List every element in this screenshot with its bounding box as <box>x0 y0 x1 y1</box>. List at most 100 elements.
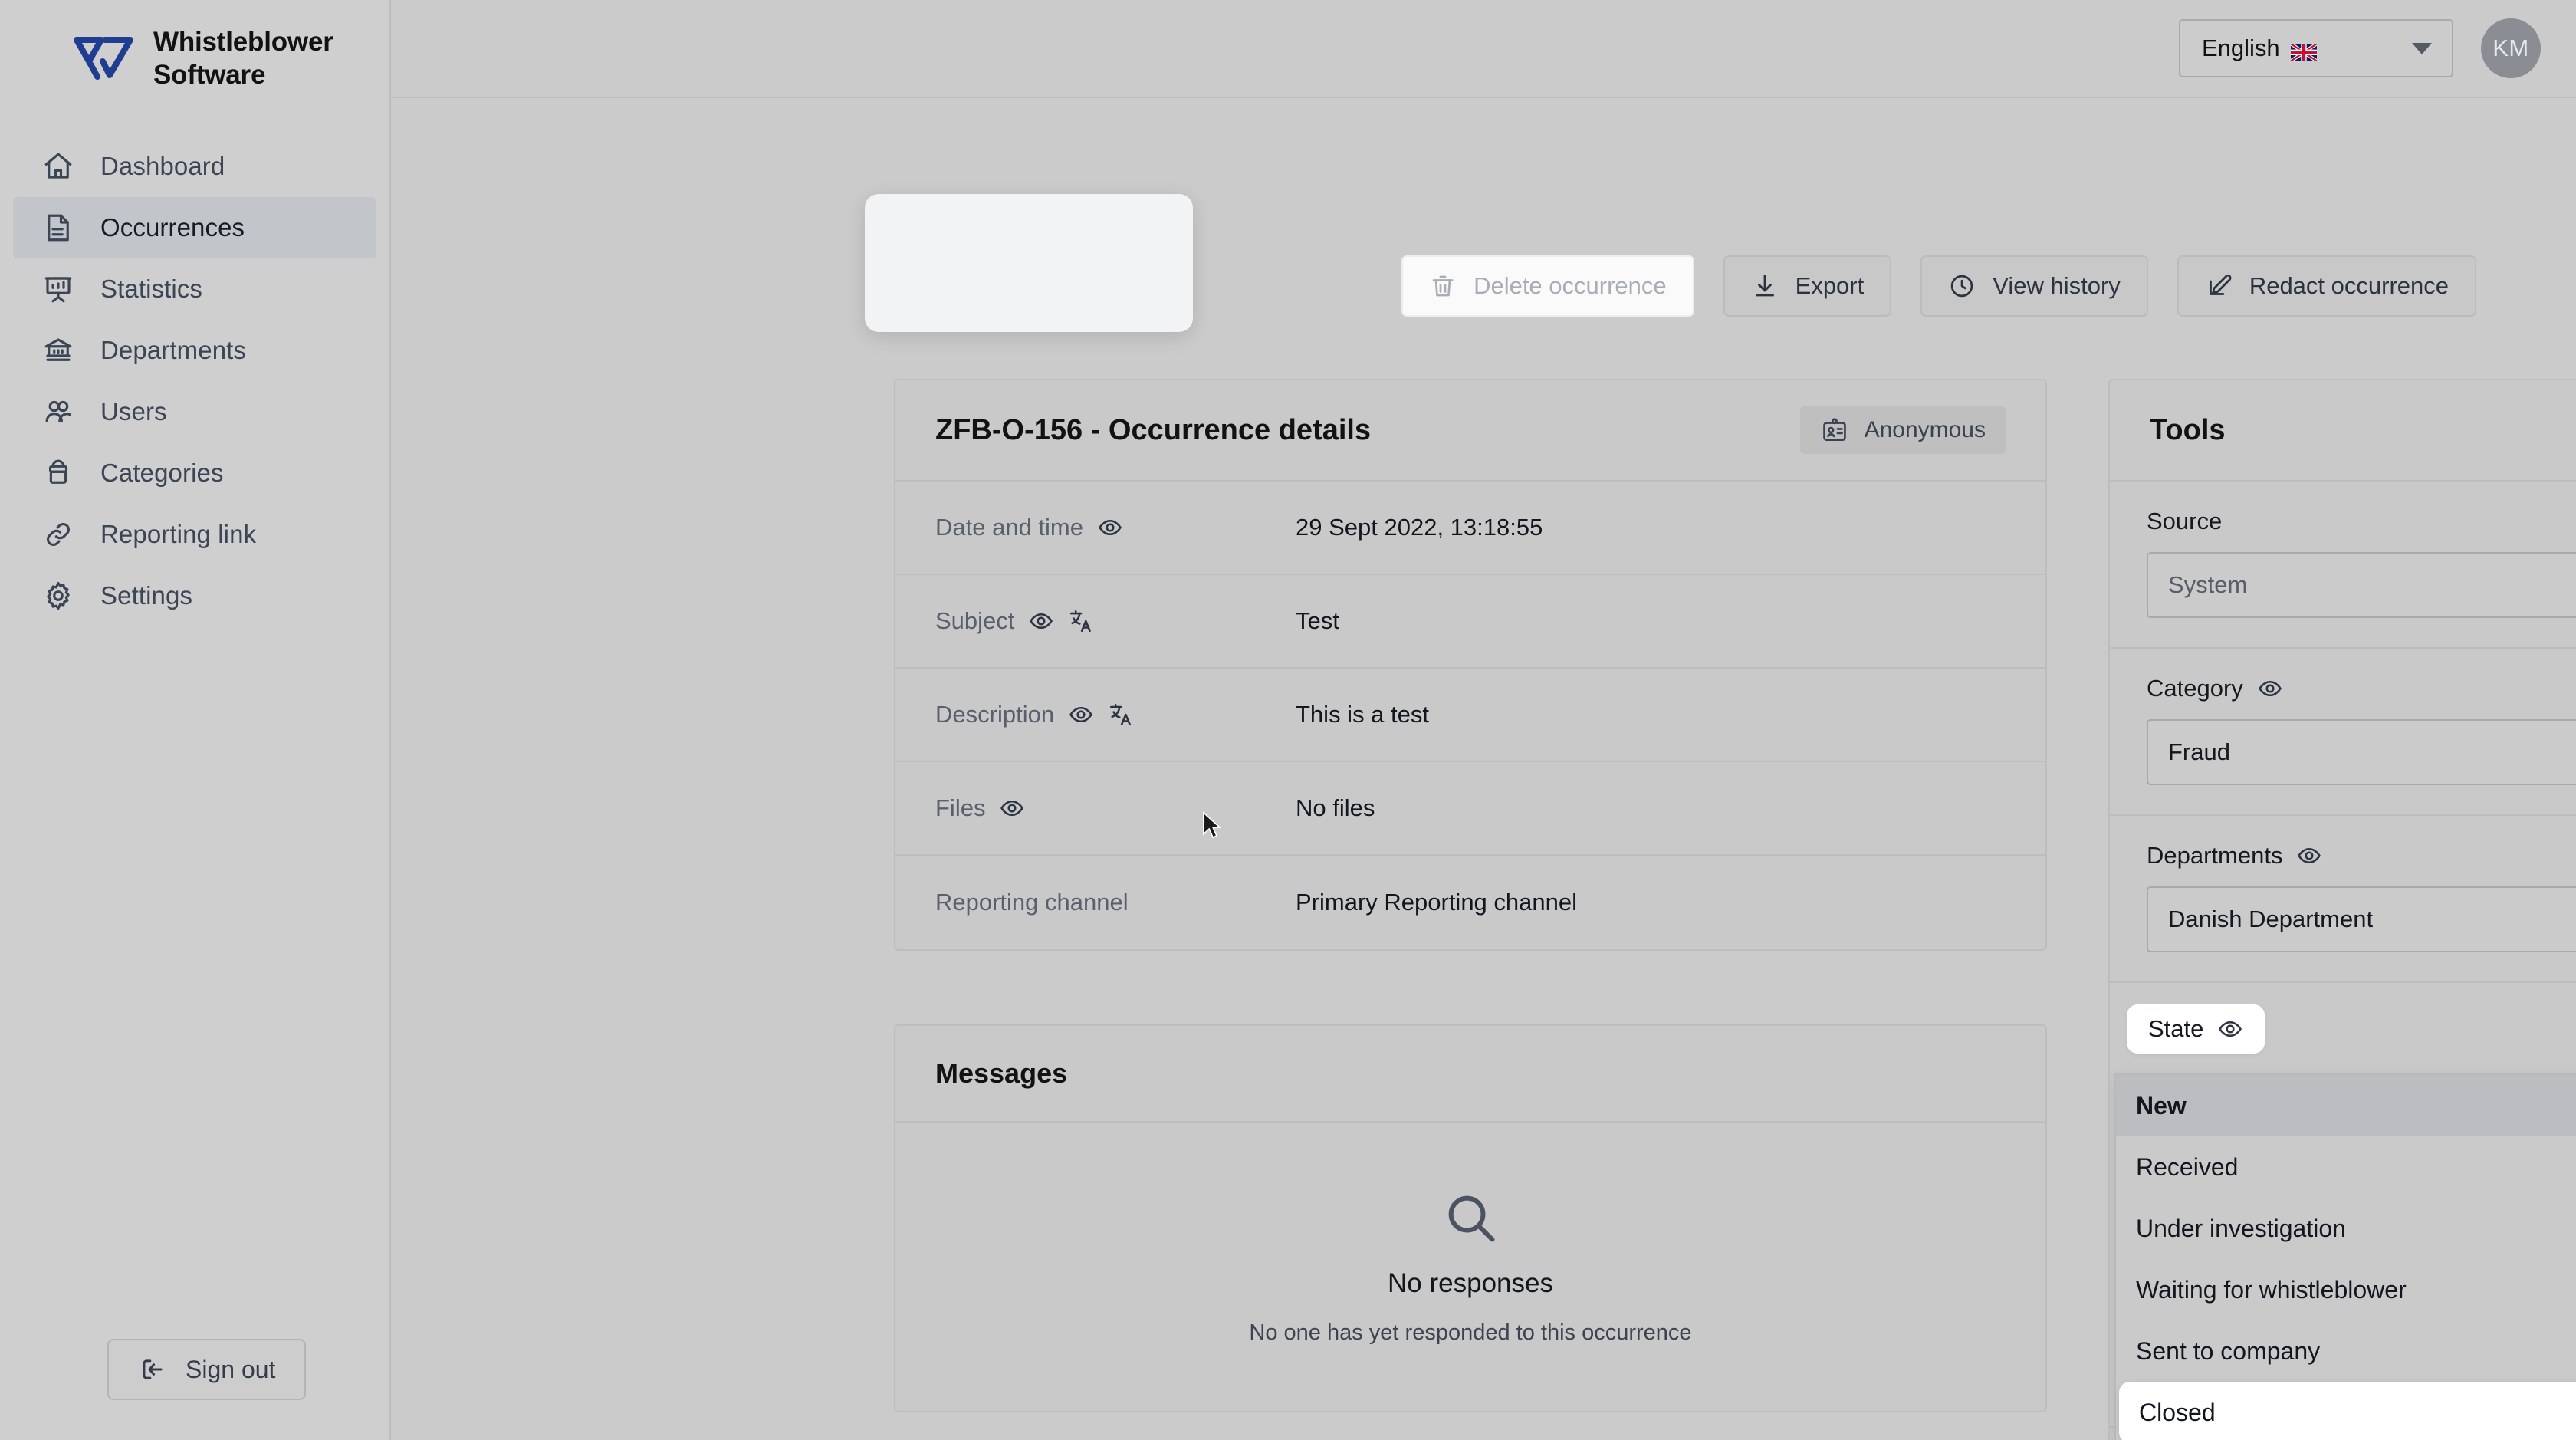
tools-card: Tools Source System Category Fraud Depar… <box>2108 379 2576 1440</box>
sidebar: Whistleblower Software Dashboard Occurre… <box>0 0 391 1440</box>
detail-value: This is a test <box>1296 701 1429 728</box>
clock-icon <box>1948 272 1976 300</box>
statistics-icon <box>41 271 76 307</box>
eye-icon[interactable] <box>999 795 1025 821</box>
delete-occurrence-tooltip-card <box>865 194 1193 332</box>
detail-row-description: Description This is a test <box>895 669 2045 762</box>
departments-label-wrap: Departments <box>2147 842 2576 870</box>
eye-icon[interactable] <box>1028 608 1054 634</box>
source-label-wrap: Source <box>2147 508 2576 535</box>
tools-title: Tools <box>2150 413 2226 446</box>
occurrence-details-card: ZFB-O-156 - Occurrence details Anonymous… <box>894 379 2047 951</box>
view-history-button[interactable]: View history <box>1921 255 2148 317</box>
avatar[interactable]: KM <box>2481 18 2541 78</box>
detail-row-date-and-time: Date and time 29 Sept 2022, 13:18:55 <box>895 482 2045 575</box>
source-value: System <box>2168 571 2248 598</box>
sidebar-item-users[interactable]: Users <box>13 381 376 442</box>
eye-icon[interactable] <box>2257 676 2283 702</box>
state-dropdown-menu[interactable]: New Received Under investigation Waiting… <box>2114 1073 2576 1440</box>
category-value: Fraud <box>2168 738 2230 765</box>
export-label: Export <box>1795 272 1865 299</box>
source-select[interactable]: System <box>2147 552 2576 618</box>
brand: Whistleblower Software <box>0 0 389 114</box>
translate-icon[interactable] <box>1108 702 1134 728</box>
sidebar-item-departments[interactable]: Departments <box>13 320 376 381</box>
state-label: State <box>2148 1015 2204 1042</box>
delete-occurrence-button[interactable]: Delete occurrence <box>1401 255 1694 317</box>
united-kingdom-flag-icon <box>2289 40 2318 63</box>
redact-occurrence-button[interactable]: Redact occurrence <box>2177 255 2476 317</box>
sidebar-item-label: Users <box>100 397 167 426</box>
gear-icon <box>41 578 76 613</box>
state-option-under-investigation[interactable]: Under investigation <box>2116 1198 2576 1259</box>
tools-departments-section: Departments Danish Department <box>2110 816 2576 983</box>
detail-row-subject: Subject Test <box>895 575 2045 669</box>
state-option-closed[interactable]: Closed <box>2119 1382 2576 1440</box>
state-option-label: Received <box>2136 1152 2239 1181</box>
detail-label-wrap: Date and time <box>935 514 1296 541</box>
detail-row-reporting-channel: Reporting channel Primary Reporting chan… <box>895 856 2045 949</box>
language-value-wrap: English <box>2202 35 2318 63</box>
state-option-received[interactable]: Received <box>2116 1136 2576 1198</box>
detail-value: 29 Sept 2022, 13:18:55 <box>1296 514 1543 541</box>
sidebar-nav: Dashboard Occurrences Statistics Departm… <box>0 136 389 626</box>
status-badge[interactable]: Anonymous <box>1799 406 2006 454</box>
page-title: ZFB-O-156 - Occurrence details <box>935 413 1372 446</box>
language-select[interactable]: English <box>2179 19 2453 77</box>
state-option-sent-to-company[interactable]: Sent to company <box>2116 1320 2576 1382</box>
state-option-new[interactable]: New <box>2116 1075 2576 1136</box>
departments-select[interactable]: Danish Department <box>2147 886 2576 952</box>
users-icon <box>41 394 76 429</box>
box-icon <box>41 455 76 491</box>
sign-out-area: Sign out <box>0 1339 389 1440</box>
search-icon <box>1441 1188 1500 1247</box>
sidebar-item-dashboard[interactable]: Dashboard <box>13 136 376 197</box>
sidebar-item-label: Reporting link <box>100 520 257 549</box>
tools-source-section: Source System <box>2110 482 2576 649</box>
sign-out-button[interactable]: Sign out <box>107 1339 307 1400</box>
sidebar-item-reporting-link[interactable]: Reporting link <box>13 504 376 565</box>
detail-value: Primary Reporting channel <box>1296 889 1578 916</box>
redact-occurrence-label: Redact occurrence <box>2249 272 2449 299</box>
state-option-label: Sent to company <box>2136 1336 2321 1365</box>
state-label-chip: State <box>2127 1004 2266 1054</box>
tools-state-section: State New Received Under investigation W… <box>2110 983 2576 1440</box>
download-icon <box>1751 272 1779 300</box>
avatar-initials: KM <box>2492 35 2529 61</box>
sidebar-item-settings[interactable]: Settings <box>13 565 376 626</box>
detail-label-wrap: Reporting channel <box>935 889 1296 916</box>
messages-header: Messages <box>895 1026 2045 1123</box>
state-option-waiting-for-whistleblower[interactable]: Waiting for whistleblower <box>2116 1259 2576 1320</box>
sidebar-item-label: Occurrences <box>100 213 245 242</box>
status-badge-label: Anonymous <box>1864 417 1986 442</box>
main-column: ZFB-O-156 - Occurrence details Anonymous… <box>894 379 2047 1440</box>
export-button[interactable]: Export <box>1723 255 1892 317</box>
eye-icon[interactable] <box>2217 1016 2243 1042</box>
eye-icon[interactable] <box>1068 702 1094 728</box>
app-root: Whistleblower Software Dashboard Occurre… <box>0 0 2576 1440</box>
sidebar-item-label: Departments <box>100 336 247 365</box>
home-icon <box>41 149 76 184</box>
detail-label: Reporting channel <box>935 889 1129 916</box>
edit-icon <box>2205 272 2233 300</box>
bank-icon <box>41 333 76 368</box>
category-label: Category <box>2147 675 2243 702</box>
tools-header: Tools <box>2110 380 2576 482</box>
sidebar-item-categories[interactable]: Categories <box>13 442 376 504</box>
sidebar-item-statistics[interactable]: Statistics <box>13 258 376 320</box>
category-label-wrap: Category <box>2147 675 2576 702</box>
eye-icon[interactable] <box>1097 515 1123 541</box>
translate-icon[interactable] <box>1068 608 1094 634</box>
eye-icon[interactable] <box>2296 843 2322 869</box>
detail-label-wrap: Description <box>935 701 1296 728</box>
sidebar-item-occurrences[interactable]: Occurrences <box>13 197 376 259</box>
brand-line-1: Whistleblower <box>153 27 334 57</box>
state-option-label: Waiting for whistleblower <box>2136 1275 2407 1304</box>
messages-card: Messages No responses No one has yet res… <box>894 1024 2047 1412</box>
detail-row-files: Files No files <box>895 762 2045 856</box>
link-icon <box>41 517 76 552</box>
tools-category-section: Category Fraud <box>2110 649 2576 816</box>
sidebar-item-label: Dashboard <box>100 152 225 181</box>
category-select[interactable]: Fraud <box>2147 719 2576 785</box>
document-icon <box>41 210 76 245</box>
